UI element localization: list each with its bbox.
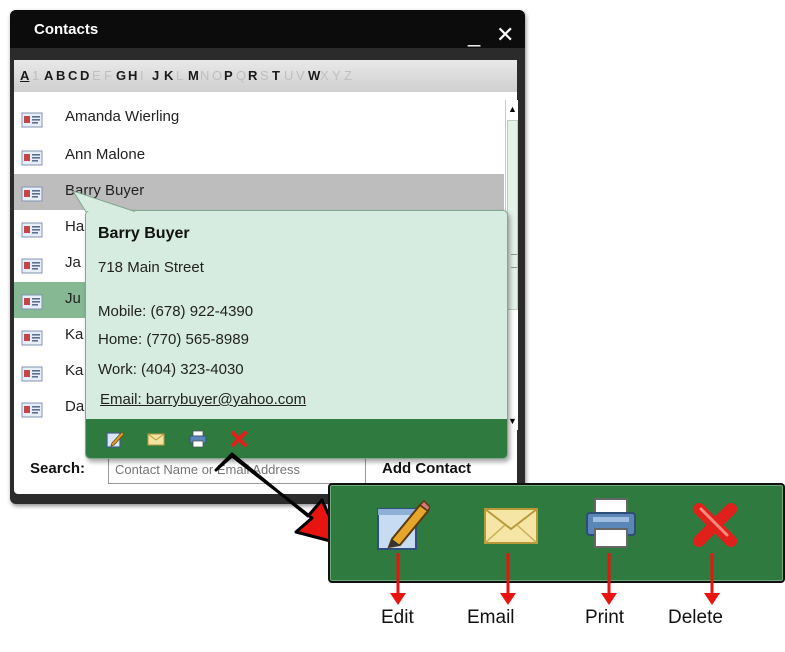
add-contact-link[interactable]: Add Contact <box>382 461 471 477</box>
alphabet-letter-l: L <box>176 68 184 83</box>
zoomed-email-icon[interactable] <box>483 497 539 553</box>
popup-email-link[interactable]: Email: barrybuyer@yahoo.com <box>100 391 306 409</box>
scroll-down-arrow-icon[interactable]: ▼ <box>507 414 518 428</box>
alphabet-letter-m[interactable]: M <box>188 69 199 83</box>
zoomed-action-toolbar <box>328 483 785 583</box>
alphabet-letter-g[interactable]: G <box>116 69 126 83</box>
print-icon[interactable] <box>189 430 207 448</box>
alphabet-letter-k[interactable]: K <box>164 69 173 83</box>
alphabet-letter-y: Y <box>332 68 341 83</box>
contact-name: Ju <box>65 290 81 307</box>
alphabet-letter-n: N <box>200 68 210 83</box>
popup-work: Work: (404) 323-4030 <box>98 361 244 378</box>
minimize-button[interactable]: _ <box>468 24 480 46</box>
alphabet-letter-1: 1 <box>32 68 40 83</box>
alphabet-letter-p[interactable]: P <box>224 69 233 83</box>
print-label: Print <box>585 607 625 628</box>
contact-card-icon <box>21 294 43 310</box>
delete-label: Delete <box>668 607 723 628</box>
email-label: Email <box>467 607 515 628</box>
alphabet-letter-o: O <box>212 68 223 83</box>
contact-name: Ka <box>65 362 84 379</box>
contact-name: Da <box>65 398 85 415</box>
alphabet-letter-s: S <box>260 68 269 83</box>
window-title: Contacts <box>34 21 99 38</box>
contact-card-icon <box>21 402 43 418</box>
contact-card-icon <box>21 186 43 202</box>
alphabet-letter-d[interactable]: D <box>80 69 89 83</box>
alphabet-letter-h[interactable]: H <box>128 69 137 83</box>
alphabet-letter-v: V <box>296 68 305 83</box>
search-label: Search: <box>30 460 86 477</box>
contact-row[interactable]: Ann Malone <box>14 138 504 174</box>
alphabet-letter-a[interactable]: A <box>20 69 29 83</box>
contact-card-icon <box>21 330 43 346</box>
alphabet-letter-z: Z <box>344 68 352 83</box>
alphabet-letter-r[interactable]: R <box>248 69 257 83</box>
alphabet-letter-q: Q <box>236 68 247 83</box>
zoomed-print-icon[interactable] <box>583 497 639 553</box>
zoomed-edit-icon[interactable] <box>374 497 430 553</box>
alphabet-letter-w[interactable]: W <box>308 69 320 83</box>
contact-card-icon <box>21 258 43 274</box>
zoomed-delete-icon[interactable] <box>687 497 743 553</box>
alphabet-letter-b[interactable]: B <box>56 69 65 83</box>
popup-contact-name: Barry Buyer <box>98 225 190 242</box>
alphabet-letter-i: I <box>140 68 144 83</box>
contact-card-icon <box>21 150 43 166</box>
contact-card-icon <box>21 366 43 382</box>
popup-address: 718 Main Street <box>98 259 204 276</box>
contact-row[interactable]: Amanda Wierling <box>14 100 504 136</box>
edit-label: Edit <box>381 607 414 628</box>
close-button[interactable]: ✕ <box>496 24 514 46</box>
email-icon[interactable] <box>147 430 165 448</box>
alphabet-letter-c[interactable]: C <box>68 69 77 83</box>
alphabet-letter-e: E <box>92 68 101 83</box>
scrollbar-grip-icon <box>511 254 517 268</box>
contact-card-icon <box>21 222 43 238</box>
scroll-up-arrow-icon[interactable]: ▲ <box>507 102 518 116</box>
contact-card-icon <box>21 112 43 128</box>
alphabet-filter-bar: A1ABCDEFGHIJKLMNOPQRSTUVWXYZ <box>14 60 517 92</box>
edit-icon[interactable] <box>106 430 124 448</box>
contact-popup-card: Barry Buyer 718 Main Street Mobile: (678… <box>73 191 508 459</box>
contact-name: Ann Malone <box>65 146 146 163</box>
title-bar[interactable]: Contacts _ ✕ <box>10 10 525 48</box>
alphabet-letter-a[interactable]: A <box>44 69 53 83</box>
popup-mobile: Mobile: (678) 922-4390 <box>98 303 254 320</box>
alphabet-letter-f: F <box>104 68 112 83</box>
scrollbar-thumb[interactable] <box>507 120 518 310</box>
contact-name: Ka <box>65 326 84 343</box>
popup-home: Home: (770) 565-8989 <box>98 331 249 348</box>
alphabet-letter-x: X <box>320 68 329 83</box>
contact-name: Amanda Wierling <box>65 108 180 125</box>
alphabet-letter-t[interactable]: T <box>272 69 280 83</box>
alphabet-letter-u: U <box>284 68 294 83</box>
contact-name: Ja <box>65 254 81 271</box>
alphabet-letter-j[interactable]: J <box>152 69 159 83</box>
